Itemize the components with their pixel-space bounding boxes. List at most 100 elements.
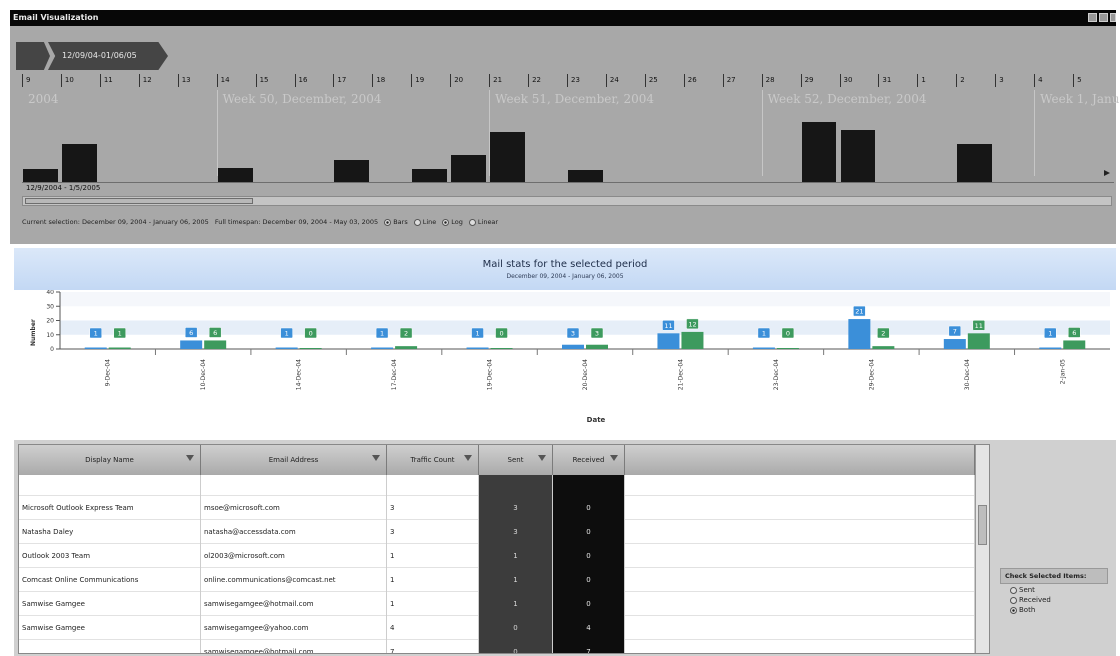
chart-bar-received[interactable] (299, 348, 322, 349)
chart-bar-sent[interactable] (657, 333, 680, 349)
column-header-traffic-count[interactable]: Traffic Count (387, 445, 479, 475)
radio-received[interactable] (1010, 596, 1017, 604)
radio-both[interactable] (1010, 606, 1017, 614)
timeline-bar[interactable] (412, 168, 448, 182)
column-header-display-name[interactable]: Display Name (19, 445, 201, 475)
week-label: 2004 (28, 92, 59, 106)
radio-label: Line (422, 218, 437, 226)
timeline-bar[interactable] (217, 168, 253, 182)
chart-bar-sent[interactable] (275, 347, 298, 350)
column-header-label: Display Name (85, 456, 134, 464)
table-row[interactable] (19, 475, 975, 496)
check-selected-title: Check Selected Items: (1000, 568, 1108, 584)
chart-bar-sent[interactable] (371, 347, 394, 350)
grid-scroll-thumb[interactable] (978, 505, 987, 545)
chart-bar-received[interactable] (872, 346, 895, 349)
chart-bar-received[interactable] (681, 331, 704, 349)
chart-bar-received[interactable] (204, 340, 227, 349)
column-header-received[interactable]: Received (553, 445, 625, 475)
chart-bar-sent[interactable] (1039, 347, 1062, 350)
column-header-email-address[interactable]: Email Address (201, 445, 387, 475)
check-option-both[interactable]: Both (1010, 606, 1108, 614)
table-row[interactable]: samwisegamgee@hotmail.com 7 0 7 (19, 640, 975, 653)
timeline-bar[interactable] (840, 130, 876, 182)
column-header-sent[interactable]: Sent (479, 445, 553, 475)
chart-bar-received[interactable] (108, 347, 131, 350)
chart-bar-sent[interactable] (752, 347, 775, 350)
timeline-bar[interactable] (334, 160, 370, 182)
x-tick-label: 9-Dec-04 (105, 359, 112, 387)
day-label: 4 (1034, 74, 1073, 87)
day-ruler: 9 10 11 12 13 14 15 16 17 18 19 20 21 22 23 24 25 26 27 28 2… (22, 74, 1112, 88)
column-header-empty (625, 445, 975, 475)
week-label: Week 50, December, 2004 (222, 92, 382, 106)
chart-bar-received[interactable] (967, 333, 990, 349)
check-option-received[interactable]: Received (1010, 596, 1108, 604)
timeline-bar[interactable] (568, 170, 603, 182)
table-cell (387, 475, 479, 496)
check-option-sent[interactable]: Sent (1010, 586, 1108, 594)
chart-bar-received[interactable] (1063, 340, 1086, 349)
data-label: 0 (499, 330, 503, 338)
breadcrumb-home[interactable] (16, 42, 50, 70)
chart-bar-sent[interactable] (180, 340, 203, 349)
timeline-bar[interactable] (957, 144, 993, 182)
timeline-panel: 12/09/04-01/06/05 9 10 11 12 13 14 15 16 17 18 19 2… (10, 26, 1120, 244)
cell-traffic: 7 (387, 640, 479, 653)
radio-log[interactable] (442, 218, 450, 226)
timeline-bar[interactable] (61, 144, 97, 182)
data-label: 6 (189, 329, 193, 337)
radio-bars[interactable] (384, 218, 392, 226)
minimize-button[interactable] (1088, 13, 1097, 22)
timeline-bar[interactable] (23, 168, 58, 182)
breadcrumb-range[interactable]: 12/09/04-01/06/05 (48, 42, 168, 70)
table-row[interactable]: Natasha Daley natasha@accessdata.com 3 3 0 (19, 520, 975, 544)
chart-bar-received[interactable] (395, 346, 418, 349)
maximize-button[interactable] (1099, 13, 1108, 22)
column-header-label: Received (572, 456, 605, 464)
chart-bar-sent[interactable] (848, 319, 871, 349)
table-row[interactable]: Outlook 2003 Team ol2003@microsoft.com 1 1 0 (19, 544, 975, 568)
radio-linear[interactable] (468, 218, 476, 226)
filter-icon[interactable] (538, 455, 546, 461)
radio-sent[interactable] (1010, 586, 1017, 594)
data-label: 12 (688, 320, 696, 328)
table-row[interactable]: Comcast Online Communications online.comm… (19, 568, 975, 592)
chart-bar-sent[interactable] (84, 347, 107, 350)
cell-sent: 1 (479, 592, 553, 616)
x-tick-label: 14-Dec-04 (296, 359, 303, 390)
filter-icon[interactable] (186, 455, 194, 461)
scroll-right-icon[interactable] (1104, 170, 1110, 176)
timeline-bar[interactable] (451, 154, 487, 182)
stats-title: Mail stats for the selected period (482, 259, 648, 270)
range-slider-handle[interactable] (25, 198, 253, 204)
y-tick-label: 10 (46, 332, 54, 339)
close-button[interactable] (1110, 13, 1116, 22)
cell-sent: 1 (479, 568, 553, 592)
view-options: Bars Line Log Linear (378, 218, 498, 226)
table-row[interactable]: Samwise Gamgee samwisegamgee@yahoo.com 4 0 4 (19, 616, 975, 640)
chart-bar-received[interactable] (776, 348, 799, 349)
chart-bar-received[interactable] (490, 348, 513, 349)
chart-bar-received[interactable] (586, 344, 608, 349)
chart-bar-sent[interactable] (562, 344, 584, 349)
table-row[interactable]: Samwise Gamgee samwisegamgee@hotmail.com 1… (19, 592, 975, 616)
radio-line[interactable] (413, 218, 421, 226)
week-label: Week 1, January, 2 (1040, 92, 1120, 106)
timeline-bar[interactable] (490, 132, 526, 182)
y-axis-label: Number (30, 319, 37, 346)
chart-bar-sent[interactable] (466, 347, 489, 350)
cell-name: Microsoft Outlook Express Team (19, 496, 201, 520)
full-timespan-text: Full timespan: December 09, 2004 - May 0… (214, 218, 379, 226)
day-label: 10 (60, 74, 100, 87)
range-track[interactable] (22, 196, 1112, 206)
data-label: 21 (855, 308, 863, 316)
timeline-bar[interactable] (801, 122, 837, 182)
chart-bar-sent[interactable] (943, 339, 966, 349)
table-row[interactable]: Microsoft Outlook Express Team msoe@micro… (19, 496, 975, 520)
filter-icon[interactable] (610, 455, 618, 461)
cell-email: natasha@accessdata.com (201, 520, 387, 544)
filter-icon[interactable] (372, 455, 380, 461)
grid-vertical-scrollbar[interactable] (975, 445, 989, 653)
filter-icon[interactable] (464, 455, 472, 461)
